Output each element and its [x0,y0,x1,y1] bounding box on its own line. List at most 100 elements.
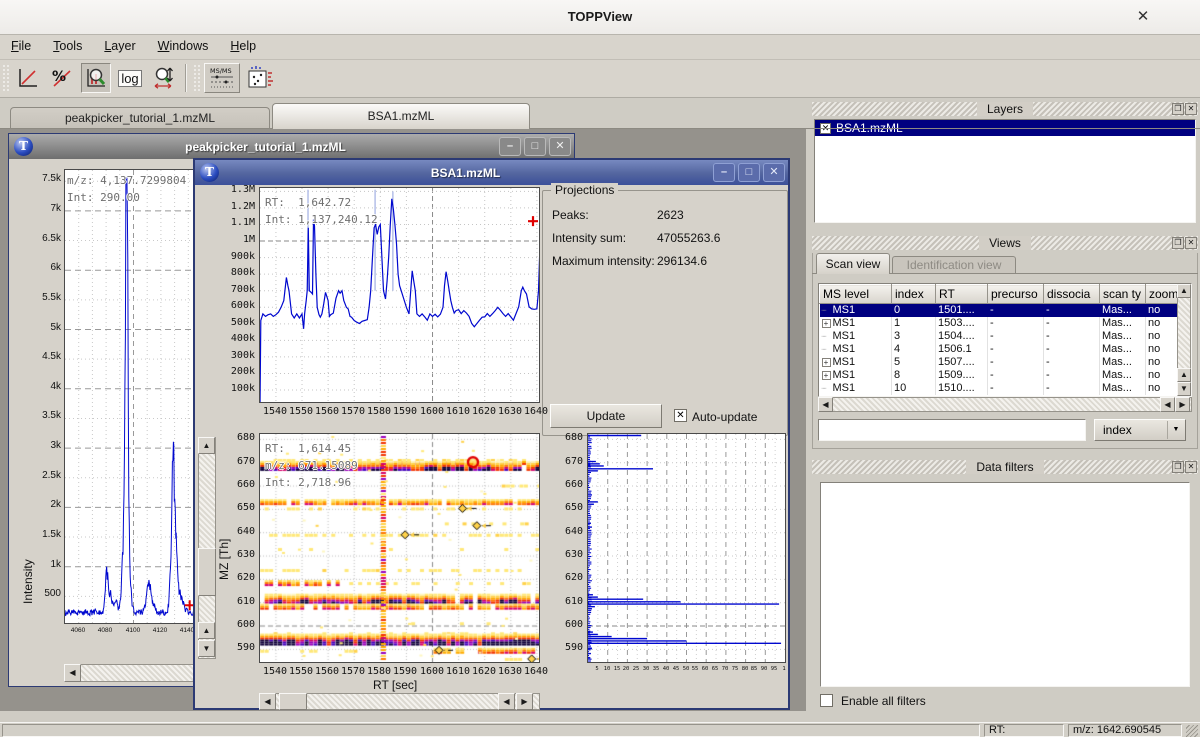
intensity-linear-mode-button[interactable] [13,63,43,93]
scan-table-container[interactable]: MS levelindexRTprecursodissociascan tyzo… [818,283,1192,397]
scan-column-rt[interactable]: RT [936,285,988,304]
tic-y-tick: 200k [211,366,255,377]
scan-column-dissocia[interactable]: dissocia [1044,285,1100,304]
scan-table-row[interactable]: ┈MS141506.1--Mas...no [820,343,1178,356]
auto-update-checkbox[interactable]: ✕ [674,409,687,422]
layers-list[interactable]: ✕ BSA1.mzML [814,119,1196,223]
scan-column-zoom[interactable]: zoom [1146,285,1178,304]
menu-help[interactable]: Help [219,35,267,57]
heatmap-scroll-right-icon[interactable]: ▶ [516,693,533,710]
heatmap-scroll-left-icon[interactable]: ◀ [259,693,276,710]
scan-scroll-up-icon[interactable]: ▲ [1177,284,1191,298]
scan-cell: 1510.... [936,382,988,395]
scan-table-row[interactable]: ┈MS101501....--Mas...no [820,304,1178,317]
scan-scroll-down-icon[interactable]: ▼ [1177,382,1191,396]
bsa-close-button[interactable]: ✕ [763,163,785,182]
heatmap-scroll-down-icon[interactable]: ▼ [198,640,215,657]
views-float-icon[interactable]: ❐ [1172,237,1184,249]
close-button[interactable]: ✕ [549,137,571,156]
scan-hscroll-left2-icon[interactable]: ◀ [1160,397,1175,412]
data-filters-close-icon[interactable]: ✕ [1185,461,1197,473]
minimize-button[interactable]: – [499,137,521,156]
data-filters-list[interactable] [820,482,1190,687]
views-close-icon[interactable]: ✕ [1185,237,1197,249]
scan-column-index[interactable]: index [892,285,936,304]
msms-view-button[interactable]: MS/MS [204,63,240,93]
scan-cell: ┈MS1 [820,382,892,395]
mz-projection-plot[interactable] [587,433,786,663]
expand-icon[interactable]: + [822,358,831,367]
scan-table-row[interactable]: +MS111503....--Mas...no [820,317,1178,330]
scan-cell: 3 [892,330,936,343]
data-filters-float-icon[interactable]: ❐ [1172,461,1184,473]
scan-table-row[interactable]: +MS181509....--Mas...no [820,369,1178,382]
reset-zoom-button[interactable] [81,63,111,93]
mz-projection-y-tick: 660 [549,479,583,490]
spectrum-y-tick: 7k [17,203,61,214]
spectrum-y-tick: 6k [17,262,61,273]
layers-float-icon[interactable]: ❐ [1172,103,1184,115]
log-icon: log [118,70,141,87]
heatmap-scroll-up-icon[interactable]: ▲ [198,437,215,454]
scan-column-ms-level[interactable]: MS level [820,285,892,304]
tab-identification-view[interactable]: Identification view [892,256,1016,274]
bsa-minimize-button[interactable]: – [713,163,735,182]
toolbar-drag-handle[interactable] [2,64,9,92]
menu-tools[interactable]: Tools [42,35,93,57]
heatmap-scroll-up2-icon[interactable]: ▲ [198,622,215,639]
scan-table-row[interactable]: +MS151507....--Mas...no [820,356,1178,369]
scan-column-precurso[interactable]: precurso [988,285,1044,304]
scan-column-scan-ty[interactable]: scan ty [1100,285,1146,304]
scan-table[interactable]: MS levelindexRTprecursodissociascan tyzo… [819,284,1178,395]
expand-icon[interactable]: + [822,319,831,328]
spectrum-scroll-left-icon[interactable]: ◀ [64,664,81,682]
enable-all-filters-checkbox[interactable] [820,694,833,707]
scan-table-row[interactable]: ┈MS1101510....--Mas...no [820,382,1178,395]
toolbar-drag-handle-2[interactable] [193,64,200,92]
menu-windows[interactable]: Windows [147,35,220,57]
bsa-titlebar[interactable]: T BSA1.mzML – □ ✕ [195,160,788,185]
maximize-button[interactable]: □ [524,137,546,156]
layers-panel-title: Layers [977,102,1033,116]
intensity-percentage-mode-button[interactable]: % [47,63,77,93]
bsa-window[interactable]: T BSA1.mzML – □ ✕ RT: 1,642.72 Int: 1,13… [193,158,790,710]
zoom-1d-button[interactable] [149,63,179,93]
heatmap-scroll-left2-icon[interactable]: ◀ [498,693,515,710]
scan-table-h-scrollbar[interactable] [818,397,1192,412]
tic-y-tick: 500k [211,317,255,328]
projections-button[interactable] [244,63,276,93]
scan-cell: - [1044,382,1100,395]
heatmap-v-scroll-thumb[interactable] [198,548,216,596]
scan-filter-combo[interactable]: index ▼ [1094,419,1186,441]
views-panel-header[interactable]: Views ❐ ✕ [812,236,1198,250]
menu-bar: FileToolsLayerWindowsHelp [0,35,1200,60]
menu-file[interactable]: File [0,35,42,57]
scan-scroll-up2-icon[interactable]: ▲ [1177,368,1191,382]
status-mz-panel: m/z: 1642.690545 [1068,724,1182,737]
data-filters-panel-header[interactable]: Data filters ❐ ✕ [812,460,1198,474]
tab-bsa1-mzml[interactable]: BSA1.mzML [272,103,530,129]
linear-axes-icon [16,66,40,90]
scan-filter-input[interactable] [818,419,1086,441]
update-button[interactable]: Update [550,404,662,428]
layers-close-icon[interactable]: ✕ [1185,103,1197,115]
bsa-maximize-button[interactable]: □ [738,163,760,182]
log-intensity-button[interactable]: log [115,63,145,93]
heatmap-h-scroll-thumb[interactable] [279,693,307,710]
scan-table-row[interactable]: ┈MS131504....--Mas...no [820,330,1178,343]
tab-peakpicker_tutorial_1-mzml[interactable]: peakpicker_tutorial_1.mzML [10,107,270,129]
main-close-icon[interactable]: ✕ [1128,4,1158,30]
resize-grip[interactable] [1186,725,1198,737]
status-bar: RT: m/z: 1642.690545 [0,722,1200,737]
expand-icon[interactable]: + [822,371,831,380]
scan-cell: +MS1 [820,317,892,330]
scan-hscroll-left-icon[interactable]: ◀ [818,397,833,412]
peakpicker-titlebar[interactable]: T peakpicker_tutorial_1.mzML – □ ✕ [9,134,574,159]
menu-layer[interactable]: Layer [93,35,146,57]
scan-hscroll-right-icon[interactable]: ▶ [1175,397,1190,412]
layers-panel-header[interactable]: Layers ❐ ✕ [812,102,1198,116]
main-titlebar[interactable]: TOPPView ✕ [0,0,1200,35]
tab-scan-view[interactable]: Scan view [816,253,890,274]
tic-y-tick: 300k [211,350,255,361]
data-filters-title: Data filters [966,460,1043,474]
